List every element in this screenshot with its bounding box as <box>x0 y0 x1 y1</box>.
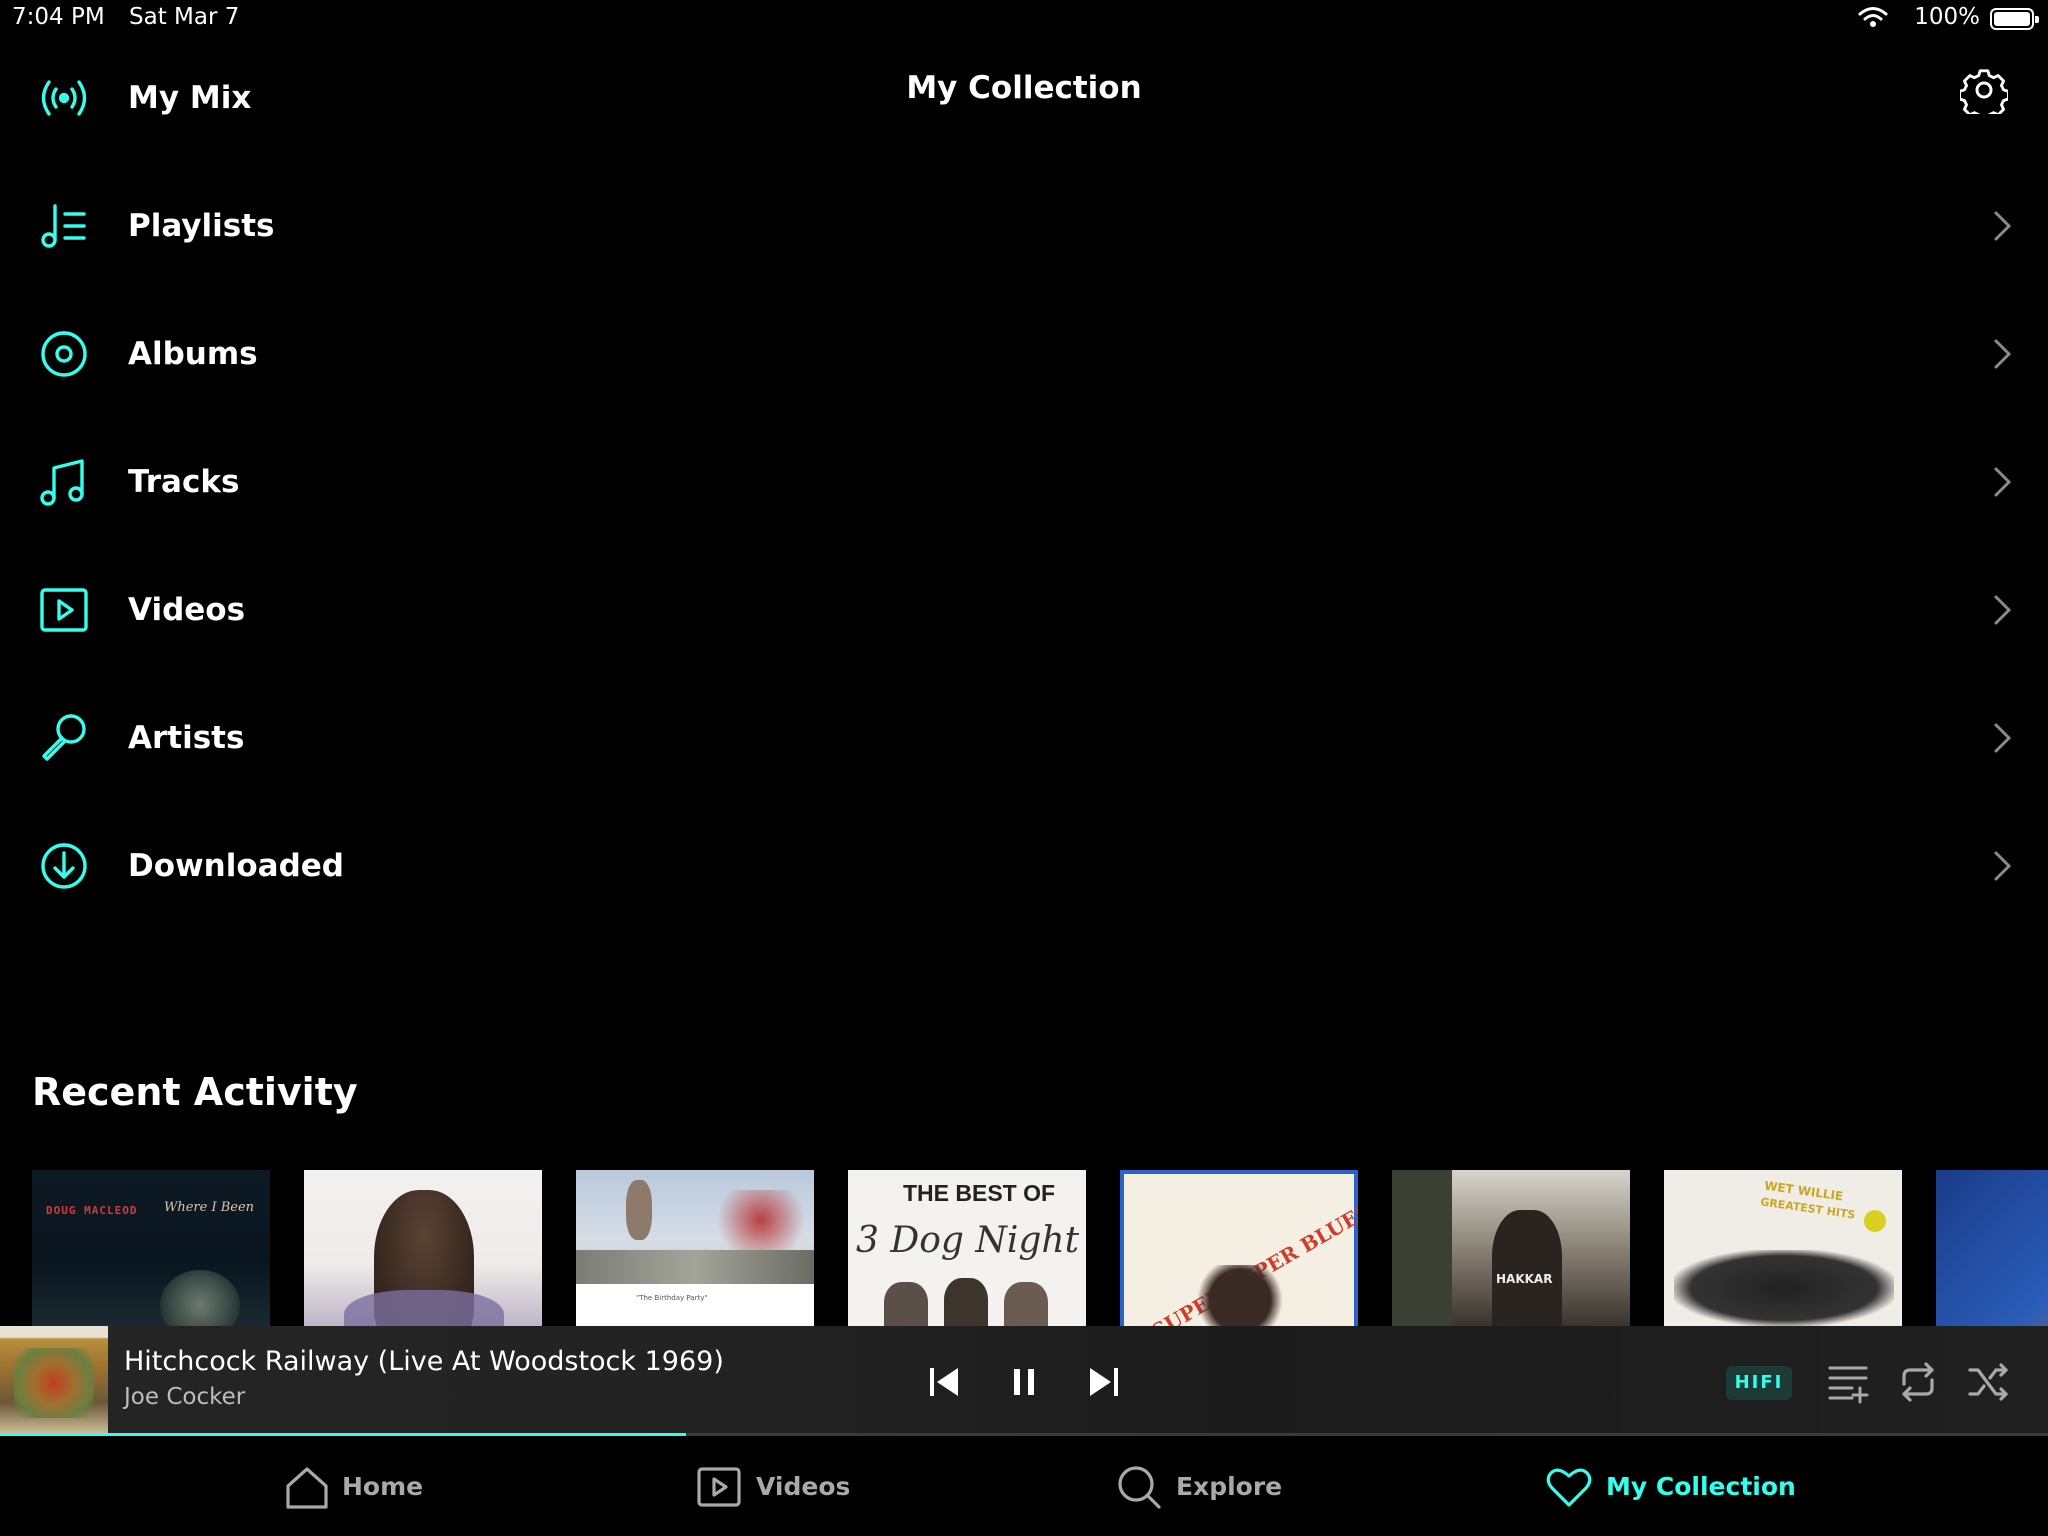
menu-label: Artists <box>128 720 245 756</box>
tab-label: My Collection <box>1606 1472 1796 1501</box>
menu-my-mix[interactable]: My Mix <box>0 34 2048 162</box>
recent-album-7[interactable]: WET WILLIE GREATEST HITS <box>1664 1170 1902 1326</box>
tab-my-collection[interactable]: My Collection <box>1544 1436 1796 1536</box>
album-cover-subtext: 3 Dog Night <box>856 1220 1080 1261</box>
tab-home[interactable]: Home <box>280 1436 440 1536</box>
chevron-right-icon <box>1994 723 2012 753</box>
repeat-icon[interactable] <box>1896 1360 1940 1404</box>
album-cover-text: "The Birthday Party" <box>636 1294 708 1302</box>
chevron-right-icon <box>1994 339 2012 369</box>
chevron-right-icon <box>1994 467 2012 497</box>
now-playing-artist[interactable]: Joe Cocker <box>124 1384 245 1410</box>
menu-label: Playlists <box>128 208 275 244</box>
status-date: Sat Mar 7 <box>129 4 240 30</box>
recent-album-2[interactable] <box>304 1170 542 1326</box>
tab-label: Videos <box>756 1472 851 1501</box>
section-title-recent-activity: Recent Activity <box>32 1070 358 1114</box>
menu-downloaded[interactable]: Downloaded <box>0 802 2048 930</box>
playlist-icon <box>41 204 86 248</box>
recent-album-6[interactable]: HAKKAR <box>1392 1170 1630 1326</box>
video-icon <box>697 1467 741 1507</box>
battery-icon <box>1990 8 2039 30</box>
tab-bar: Home Videos Explore My Collection <box>0 1436 2048 1536</box>
recent-album-5[interactable]: SUPER SUPER BLUES BAND <box>1120 1170 1358 1326</box>
album-cover-subtext: Where I Been <box>164 1200 255 1215</box>
previous-track-icon[interactable] <box>926 1364 962 1400</box>
shuffle-icon[interactable] <box>1966 1360 2010 1404</box>
status-time: 7:04 PM <box>12 4 105 30</box>
recent-album-3[interactable]: "The Birthday Party" <box>576 1170 814 1326</box>
next-track-icon[interactable] <box>1086 1364 1122 1400</box>
hifi-quality-badge[interactable]: HIFI <box>1726 1366 1792 1400</box>
tab-explore[interactable]: Explore <box>1114 1436 1282 1536</box>
menu-label: Downloaded <box>128 848 344 884</box>
tab-label: Explore <box>1176 1472 1283 1501</box>
menu-videos[interactable]: Videos <box>0 546 2048 674</box>
now-playing-title: Hitchcock Railway (Live At Woodstock 196… <box>124 1346 724 1377</box>
video-play-icon <box>40 588 88 632</box>
menu-albums[interactable]: Albums <box>0 290 2048 418</box>
menu-artists[interactable]: Artists <box>0 674 2048 802</box>
album-cover-text: THE BEST OF <box>903 1180 1056 1206</box>
album-cover-text: DOUG MACLEOD <box>46 1204 138 1217</box>
recent-album-1[interactable]: DOUG MACLEOD Where I Been <box>32 1170 270 1326</box>
add-to-queue-icon[interactable] <box>1826 1360 1870 1404</box>
battery-percent: 100% <box>1914 4 1980 30</box>
home-icon <box>286 1467 328 1509</box>
pause-icon[interactable] <box>1006 1364 1042 1400</box>
menu-label: Albums <box>128 336 258 372</box>
recent-album-4[interactable]: THE BEST OF 3 Dog Night <box>848 1170 1086 1326</box>
microphone-icon <box>42 714 86 761</box>
search-icon <box>1118 1466 1161 1509</box>
album-disc-icon <box>41 331 87 377</box>
album-cover-text: HAKKAR <box>1496 1272 1553 1286</box>
music-note-icon <box>40 459 84 506</box>
heart-icon <box>1546 1468 1592 1507</box>
menu-label: My Mix <box>128 80 252 116</box>
chevron-right-icon <box>1994 211 2012 241</box>
menu-tracks[interactable]: Tracks <box>0 418 2048 546</box>
recent-album-8[interactable] <box>1936 1170 2048 1326</box>
now-playing-artwork[interactable] <box>0 1326 108 1436</box>
wifi-icon <box>1858 7 1888 27</box>
menu-label: Videos <box>128 592 246 628</box>
menu-label: Tracks <box>128 464 240 500</box>
chevron-right-icon <box>1994 595 2012 625</box>
now-playing-bar[interactable]: Hitchcock Railway (Live At Woodstock 196… <box>0 1326 2048 1436</box>
recent-activity-carousel[interactable]: DOUG MACLEOD Where I Been "The Birthday … <box>0 1170 2048 1326</box>
radio-waves-icon <box>41 80 87 116</box>
menu-playlists[interactable]: Playlists <box>0 162 2048 290</box>
tab-videos[interactable]: Videos <box>694 1436 854 1536</box>
tab-label: Home <box>342 1472 424 1501</box>
chevron-right-icon <box>1994 851 2012 881</box>
download-circle-icon <box>41 843 87 889</box>
